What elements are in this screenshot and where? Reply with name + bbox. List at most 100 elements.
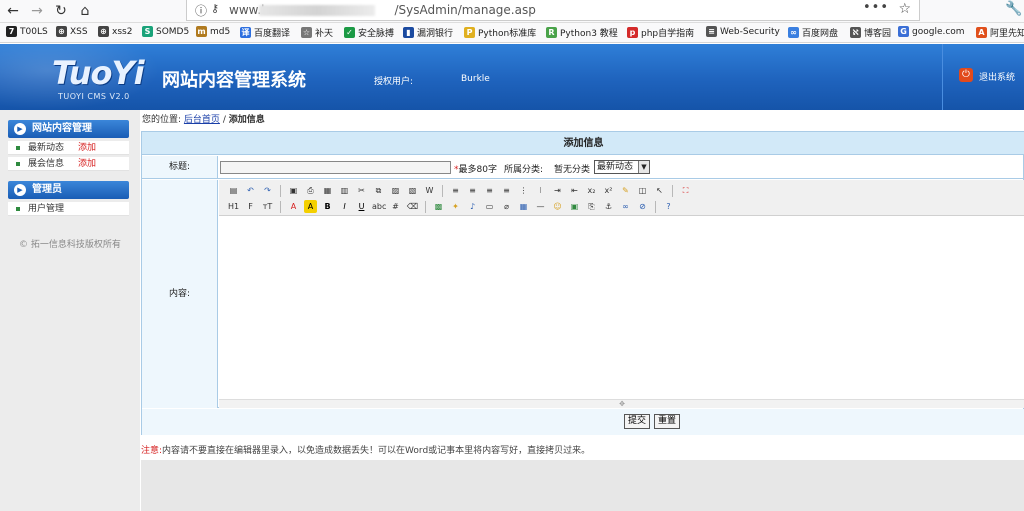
bookmark-star-icon[interactable]: ☆ bbox=[898, 1, 911, 17]
page-break-icon[interactable]: ⎘ bbox=[585, 200, 598, 213]
bookmark-label[interactable]: 百度网盘 bbox=[802, 26, 838, 39]
exit-label[interactable]: 退出系统 bbox=[979, 70, 1015, 83]
add-news-link[interactable]: 添加 bbox=[78, 141, 96, 155]
bookmark-item[interactable]: P Python标准库 bbox=[464, 26, 536, 39]
resize-handle-icon[interactable]: ✥ bbox=[219, 399, 1024, 408]
bookmark-item[interactable]: ≡ Web-Security bbox=[706, 26, 780, 37]
align-justify-icon[interactable]: ≡ bbox=[500, 184, 513, 197]
bookmark-label[interactable]: XSS bbox=[70, 27, 88, 37]
bookmark-label[interactable]: php自学指南 bbox=[641, 26, 694, 39]
clear-format-icon[interactable]: ✎ bbox=[619, 184, 632, 197]
sidebar-item-exhibition[interactable]: 展会信息 添加 bbox=[8, 157, 129, 171]
sidebar-group-content[interactable]: ▶ 网站内容管理 bbox=[8, 120, 129, 138]
bookmark-item[interactable]: ✓ 安全脉搏 bbox=[344, 26, 394, 39]
underline-icon[interactable]: U bbox=[355, 200, 368, 213]
font-size-icon[interactable]: тT bbox=[261, 200, 274, 213]
link-icon[interactable]: ∞ bbox=[619, 200, 632, 213]
bookmark-item[interactable]: ∞ 百度网盘 bbox=[788, 26, 838, 39]
bookmark-label[interactable]: 漏洞银行 bbox=[417, 26, 453, 39]
attach-icon[interactable]: ⌀ bbox=[500, 200, 513, 213]
bookmark-item[interactable]: ℵ 博客园 bbox=[850, 26, 891, 39]
bookmark-item[interactable]: ⊕ XSS bbox=[56, 26, 88, 37]
align-center-icon[interactable]: ≡ bbox=[466, 184, 479, 197]
bookmark-item[interactable]: Ggoogle.com bbox=[898, 26, 965, 37]
wrench-icon[interactable]: 🔧 bbox=[1005, 1, 1022, 17]
superscript-icon[interactable]: x² bbox=[602, 184, 615, 197]
flash-insert-icon[interactable]: ✦ bbox=[449, 200, 462, 213]
anchor-icon[interactable]: ⚓ bbox=[602, 200, 615, 213]
sidebar-item-news[interactable]: 最新动态 添加 bbox=[8, 141, 129, 155]
unordered-list-icon[interactable]: ⁝ bbox=[534, 184, 547, 197]
cut-icon[interactable]: ✂ bbox=[355, 184, 368, 197]
hr-icon[interactable]: — bbox=[534, 200, 547, 213]
align-left-icon[interactable]: ≡ bbox=[449, 184, 462, 197]
eraser-icon[interactable]: ⌫ bbox=[406, 200, 419, 213]
image-icon[interactable]: ▩ bbox=[432, 200, 445, 213]
outdent-icon[interactable]: ⇤ bbox=[568, 184, 581, 197]
bookmark-label[interactable]: Web-Security bbox=[720, 27, 780, 37]
flash-icon[interactable]: ▥ bbox=[338, 184, 351, 197]
file-icon[interactable]: ▭ bbox=[483, 200, 496, 213]
about-icon[interactable]: ? bbox=[662, 200, 675, 213]
bookmark-item[interactable]: p php自学指南 bbox=[627, 26, 694, 39]
sidebar-item-label[interactable]: 展会信息 bbox=[28, 159, 64, 169]
align-right-icon[interactable]: ≡ bbox=[483, 184, 496, 197]
reset-button[interactable]: 重置 bbox=[654, 414, 681, 429]
highlight-icon[interactable]: A bbox=[304, 200, 317, 213]
indent-icon[interactable]: ⇥ bbox=[551, 184, 564, 197]
title-input[interactable] bbox=[220, 161, 451, 174]
paste-text-icon[interactable]: ▧ bbox=[406, 184, 419, 197]
subscript-icon[interactable]: x₂ bbox=[585, 184, 598, 197]
sidebar-item-label[interactable]: 用户管理 bbox=[28, 204, 64, 214]
bookmark-label[interactable]: 博客园 bbox=[864, 26, 891, 39]
select-all-icon[interactable]: ◫ bbox=[636, 184, 649, 197]
paste-icon[interactable]: ▨ bbox=[389, 184, 402, 197]
submit-button[interactable]: 提交 bbox=[624, 414, 651, 429]
print-icon[interactable]: ⎙ bbox=[304, 184, 317, 197]
unlink-icon[interactable]: ⊘ bbox=[636, 200, 649, 213]
media-icon[interactable]: ♪ bbox=[466, 200, 479, 213]
bookmark-item[interactable]: ▮ 漏洞银行 bbox=[403, 26, 453, 39]
bookmark-label[interactable]: Python标准库 bbox=[478, 26, 536, 39]
emoticon-icon[interactable]: ☺ bbox=[551, 200, 564, 213]
add-exhibition-link[interactable]: 添加 bbox=[78, 157, 96, 171]
reload-icon[interactable]: ↻ bbox=[52, 2, 70, 20]
bookmark-label[interactable]: xss2 bbox=[112, 27, 132, 37]
breadcrumb-home-link[interactable]: 后台首页 bbox=[184, 115, 220, 125]
bookmark-item[interactable]: m md5 bbox=[196, 26, 230, 37]
table-icon[interactable]: ▦ bbox=[517, 200, 530, 213]
home-icon[interactable]: ⌂ bbox=[76, 2, 94, 20]
undo-icon[interactable]: ↶ bbox=[244, 184, 257, 197]
paste-word-icon[interactable]: W bbox=[423, 184, 436, 197]
image-gallery-icon[interactable]: ▣ bbox=[568, 200, 581, 213]
url-bar[interactable]: ⓘ ⚷ www.l/SysAdmin/manage.asp ••• ☆ bbox=[186, 0, 920, 21]
redo-icon[interactable]: ↷ bbox=[261, 184, 274, 197]
bookmark-label[interactable]: google.com bbox=[912, 27, 965, 37]
bookmark-label[interactable]: 百度翻译 bbox=[254, 26, 290, 39]
font-family-icon[interactable]: F bbox=[244, 200, 257, 213]
bookmark-label[interactable]: Python3 教程 bbox=[560, 26, 618, 39]
pointer-icon[interactable]: ↖ bbox=[653, 184, 666, 197]
table-grid-icon[interactable]: # bbox=[389, 200, 402, 213]
editor-content-area[interactable] bbox=[219, 217, 1024, 399]
heading-icon[interactable]: H1 bbox=[227, 200, 240, 213]
bookmark-item[interactable]: R Python3 教程 bbox=[546, 26, 618, 39]
sidebar-item-label[interactable]: 最新动态 bbox=[28, 143, 64, 153]
sidebar-group-admin[interactable]: ▶ 管理员 bbox=[8, 181, 129, 199]
ellipsis-icon[interactable]: ••• bbox=[863, 0, 889, 15]
bookmark-item[interactable]: ☆ 补天 bbox=[301, 26, 333, 39]
bookmark-label[interactable]: 补天 bbox=[315, 26, 333, 39]
exit-button[interactable]: ⏻ 退出系统 bbox=[942, 44, 1024, 110]
bookmark-item[interactable]: 7 T00LS bbox=[6, 26, 48, 37]
fullscreen-icon[interactable]: ⛶ bbox=[679, 184, 692, 197]
site-info-icon[interactable]: ⓘ bbox=[195, 2, 207, 19]
bookmark-label[interactable]: T00LS bbox=[20, 27, 48, 37]
ordered-list-icon[interactable]: ⋮ bbox=[517, 184, 530, 197]
back-arrow-icon[interactable]: ← bbox=[4, 2, 22, 20]
forward-arrow-icon[interactable]: → bbox=[28, 2, 46, 20]
preview-icon[interactable]: ▣ bbox=[287, 184, 300, 197]
bookmark-label[interactable]: md5 bbox=[210, 27, 230, 37]
copy-icon[interactable]: ⧉ bbox=[372, 184, 385, 197]
strikethrough-icon[interactable]: abc bbox=[372, 200, 386, 213]
chevron-down-icon[interactable]: ▼ bbox=[638, 161, 649, 173]
